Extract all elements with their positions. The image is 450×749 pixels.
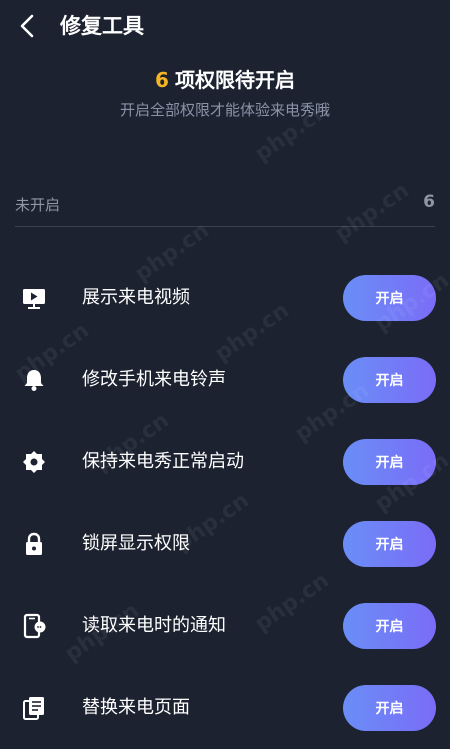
header-bar: 修复工具 xyxy=(0,0,450,52)
page-title: 修复工具 xyxy=(60,14,144,38)
permission-row: 锁屏显示权限 开启 xyxy=(0,503,450,585)
pending-count: 6 xyxy=(155,68,169,92)
permission-label: 修改手机来电铃声 xyxy=(82,369,226,390)
unopened-section-header: 未开启 6 xyxy=(15,192,435,227)
permission-row: 替换来电页面 开启 xyxy=(0,667,450,749)
bell-icon xyxy=(24,370,44,391)
enable-button[interactable]: 开启 xyxy=(343,521,436,567)
back-button[interactable] xyxy=(12,10,44,42)
copy-pages-icon xyxy=(23,697,44,720)
unopened-label: 未开启 xyxy=(15,196,61,214)
permission-row: 读取来电时的通知 开启 xyxy=(0,585,450,667)
summary-subtitle: 开启全部权限才能体验来电秀哦 xyxy=(119,101,330,119)
summary-heading: 6 项权限待开启 xyxy=(0,64,450,96)
enable-button[interactable]: 开启 xyxy=(343,603,436,649)
video-presentation-icon xyxy=(23,289,45,309)
enable-button[interactable]: 开启 xyxy=(343,357,436,403)
permission-label: 替换来电页面 xyxy=(82,697,190,718)
permission-summary: 6 项权限待开启 开启全部权限才能体验来电秀哦 xyxy=(0,64,450,122)
gear-icon xyxy=(23,451,45,473)
permission-label: 保持来电秀正常启动 xyxy=(82,451,244,472)
phone-notification-icon xyxy=(23,613,46,639)
permission-list: 展示来电视频 开启 修改手机来电铃声 开启 保持来电秀正常启动 开启 锁屏显示权… xyxy=(0,257,450,749)
lock-icon xyxy=(26,532,42,555)
permission-row: 展示来电视频 开启 xyxy=(0,257,450,339)
summary-heading-text: 项权限待开启 xyxy=(174,68,295,92)
permission-label: 展示来电视频 xyxy=(82,287,190,308)
permission-row: 修改手机来电铃声 开启 xyxy=(0,339,450,421)
chevron-left-icon xyxy=(20,14,34,38)
enable-button[interactable]: 开启 xyxy=(343,439,436,485)
unopened-count: 6 xyxy=(423,192,435,212)
enable-button[interactable]: 开启 xyxy=(343,685,436,731)
permission-label: 锁屏显示权限 xyxy=(82,533,190,554)
permission-row: 保持来电秀正常启动 开启 xyxy=(0,421,450,503)
enable-button[interactable]: 开启 xyxy=(343,275,436,321)
permission-label: 读取来电时的通知 xyxy=(82,615,226,636)
